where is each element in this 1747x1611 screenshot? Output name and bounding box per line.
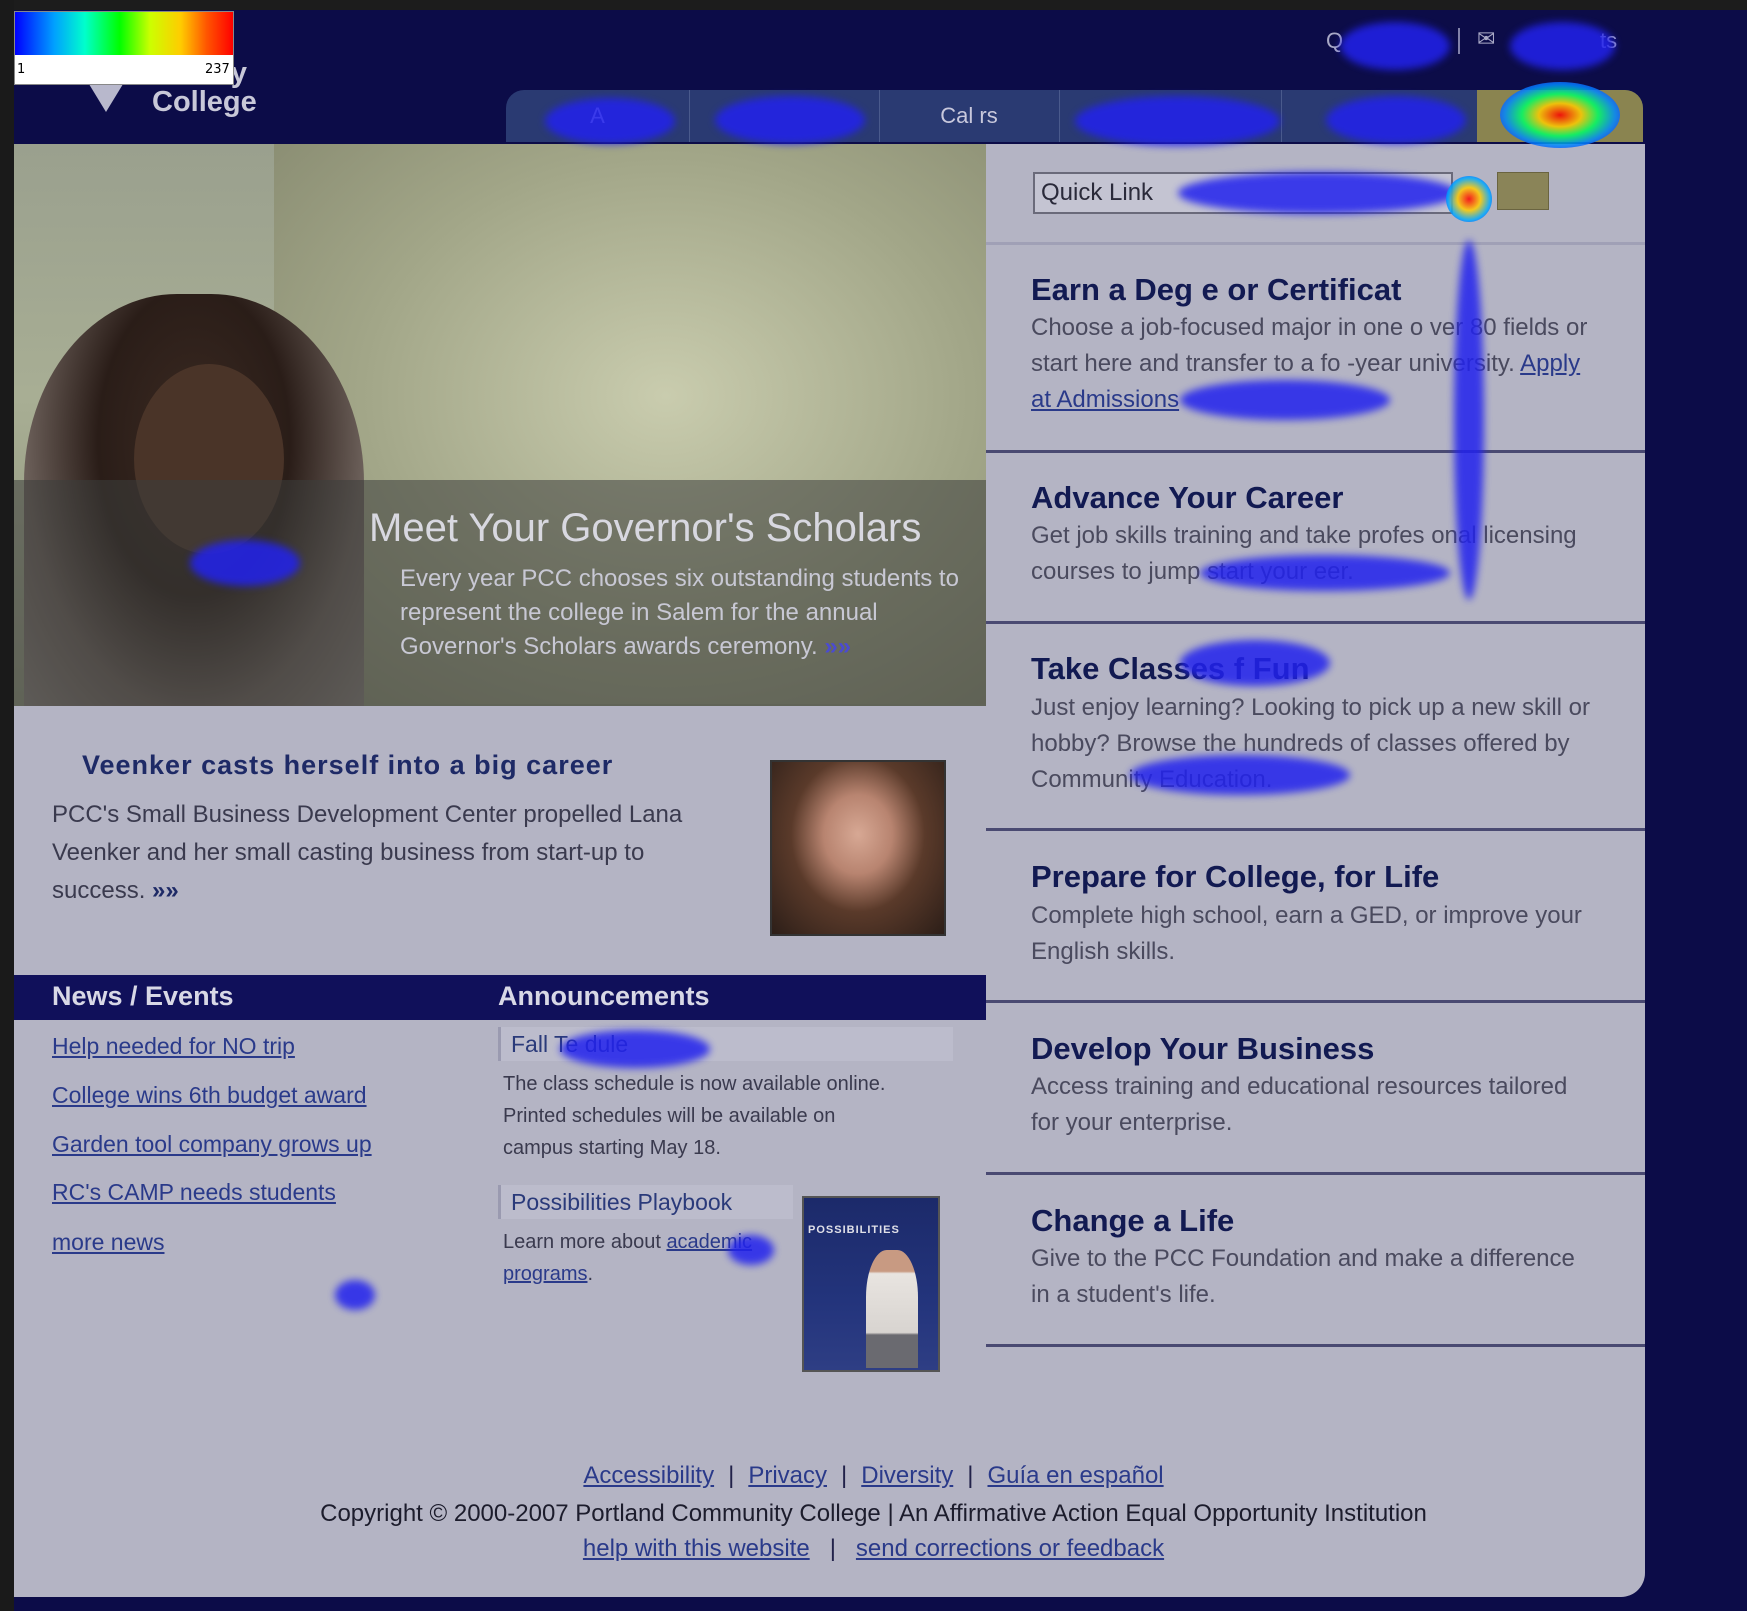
footer-separator: | [829,1535,836,1562]
logo-line-3: College [152,86,257,118]
announcement-2-suffix: . [587,1263,594,1285]
story-title[interactable]: Veenker casts herself into a big career [82,750,613,781]
card-4-body: Complete high school, earn a GED, or imp… [1031,902,1582,965]
hero-body-text: Every year PCC chooses six outstanding s… [400,565,959,660]
heat-spot [335,1280,375,1310]
card-divider [986,621,1645,624]
heat-spot [1326,96,1466,144]
footer-separator: | [728,1462,735,1489]
playbook-cover-figure [866,1250,918,1368]
heat-spot [545,98,675,144]
news-link-4[interactable]: RC's CAMP needs students [52,1179,336,1206]
heat-spot [1180,640,1330,686]
card-divider [986,1000,1645,1003]
hero-more-link[interactable]: »» [824,633,851,660]
quick-links-divider [986,242,1645,245]
footer-help-links: help with this website | send corrections … [0,1535,1747,1563]
top-strip [0,0,1747,10]
card-divider [986,828,1645,831]
story-photo[interactable] [770,760,946,936]
news-heading: News / Events [52,981,234,1011]
heat-spot [1340,22,1450,70]
announcement-1-body: The class schedule is now available onli… [503,1068,885,1164]
heat-spot [1178,172,1458,214]
heat-spot [1454,240,1484,600]
playbook-cover-title: POSSIBILITIES [808,1224,900,1236]
announcement-1-line-3: campus starting May 18. [503,1137,721,1159]
heat-spot [1510,22,1615,70]
legend-min: 1 [17,62,26,77]
tab-calendars[interactable]: Cal rs [879,90,1060,142]
card-2-title[interactable]: Advance Your Career [1031,480,1343,516]
footer-separator: | [967,1462,974,1489]
academic-programs-link-cont[interactable]: programs [503,1263,587,1285]
more-news-link[interactable]: more news [52,1229,164,1256]
heat-spot [1075,96,1280,146]
legend-max: 237 [205,62,230,77]
card-6-title[interactable]: Change a Life [1031,1203,1234,1239]
heat-spot [1200,555,1450,591]
card-divider [986,450,1645,453]
announcement-2-prefix: Learn more about [503,1231,667,1253]
copyright: Copyright © 2000-2007 Portland Community… [320,1500,1427,1527]
announcement-1-line-1: The class schedule is now available onli… [503,1073,886,1095]
utility-separator [1458,28,1460,54]
hero-title[interactable]: Meet Your Governor's Scholars [369,506,921,551]
announcement-1-line-2: Printed schedules will be available on [503,1105,836,1127]
card-divider [986,1344,1645,1347]
accessibility-link[interactable]: Accessibility [583,1462,714,1489]
card-4-title[interactable]: Prepare for College, for Life [1031,859,1439,895]
news-link-1[interactable]: Help needed for NO trip [52,1033,295,1060]
news-link-3[interactable]: Garden tool company grows up [52,1131,372,1158]
heat-spot [190,540,300,586]
quick-links-go-button[interactable] [1497,172,1549,210]
announcement-2-title[interactable]: Possibilities Playbook [498,1185,793,1219]
spanish-guide-link[interactable]: Guía en español [987,1462,1163,1489]
card-5-title[interactable]: Develop Your Business [1031,1031,1374,1067]
left-edge [0,0,14,1611]
help-website-link[interactable]: help with this website [583,1535,810,1562]
heat-gradient [15,12,233,55]
privacy-link[interactable]: Privacy [748,1462,827,1489]
story-more-link[interactable]: »» [152,877,179,904]
card-1-title[interactable]: Earn a Deg e or Certificat [1031,272,1401,308]
card-6-body: Give to the PCC Foundation and make a di… [1031,1245,1575,1308]
diversity-link[interactable]: Diversity [861,1462,953,1489]
card-divider [986,1172,1645,1175]
feedback-link[interactable]: send corrections or feedback [856,1535,1164,1562]
card-5-body: Access training and educational resource… [1031,1073,1568,1136]
announcement-2-body: Learn more about academic programs. [503,1226,752,1290]
footer-links: Accessibility | Privacy | Diversity | Guía en … [0,1462,1747,1490]
playbook-cover[interactable]: POSSIBILITIES [802,1196,940,1372]
news-link-2[interactable]: College wins 6th budget award [52,1082,367,1109]
story-body: PCC's Small Business Development Center … [52,796,732,910]
heat-spot [560,1030,710,1068]
heat-hotspot [1500,82,1620,148]
main-nav: A Cal rs [506,90,1643,142]
story-body-text: PCC's Small Business Development Center … [52,801,683,904]
card-1-body-text: Choose a job-focused major in one o ver … [1031,314,1588,377]
heat-hotspot [1446,176,1492,222]
hero-banner[interactable]: Meet Your Governor's Scholars Every year… [14,144,986,706]
announcements-heading: Announcements [498,981,710,1011]
heat-spot [1130,755,1350,795]
mail-icon[interactable]: ✉ [1477,26,1495,52]
heat-spot [715,96,865,144]
heat-spot [728,1235,774,1265]
heat-spot [1180,380,1390,420]
hero-body: Every year PCC chooses six outstanding s… [400,562,986,664]
footer-separator: | [841,1462,848,1489]
heat-legend: 1 237 [14,11,234,85]
